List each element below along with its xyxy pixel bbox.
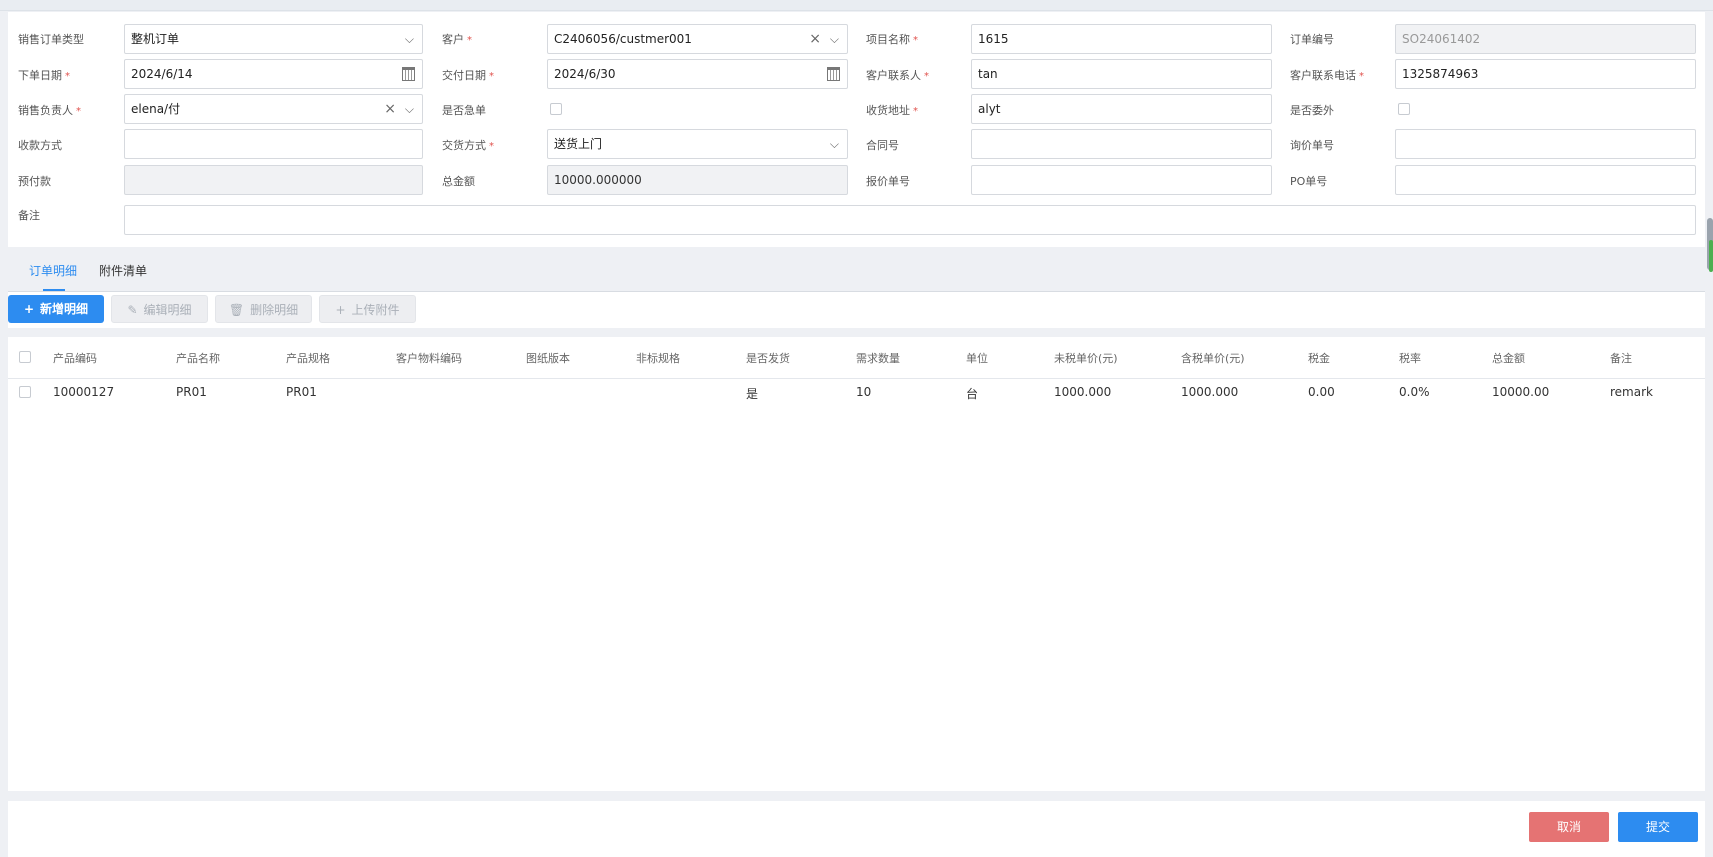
ship-address-input[interactable]: alyt: [971, 94, 1272, 124]
col-header[interactable]: 总金额: [1492, 350, 1525, 366]
table-cell: 1000.000: [1181, 385, 1239, 399]
label-contract-no: 合同号: [866, 139, 899, 152]
table-cell: PR01: [286, 385, 317, 399]
po-no-input[interactable]: [1395, 165, 1696, 195]
trash-icon: 🗑: [228, 303, 245, 317]
col-header[interactable]: 需求数量: [856, 350, 900, 366]
table-cell: remark: [1610, 385, 1653, 399]
label-po-no: PO单号: [1290, 175, 1328, 188]
label-prepayment: 预付款: [18, 175, 51, 188]
label-payment-method: 收款方式: [18, 139, 62, 152]
calendar-icon[interactable]: [827, 60, 840, 88]
clear-icon[interactable]: ×: [809, 25, 821, 53]
outsource-checkbox[interactable]: [1398, 103, 1410, 115]
table-cell: 台: [966, 387, 979, 401]
label-urgent: 是否急单: [442, 104, 486, 117]
col-header[interactable]: 税率: [1399, 350, 1421, 366]
order-no-input: SO24061402: [1395, 24, 1696, 54]
label-contact-phone: 客户联系电话 *: [1290, 69, 1364, 82]
order-type-select[interactable]: 整机订单 ⌵: [124, 24, 423, 54]
row-checkbox[interactable]: [19, 386, 31, 398]
label-ship-address: 收货地址 *: [866, 104, 918, 117]
label-order-type: 销售订单类型: [18, 33, 84, 46]
delete-detail-button[interactable]: 🗑 删除明细: [215, 295, 312, 323]
delivery-method-select[interactable]: 送货上门 ⌵: [547, 129, 848, 159]
urgent-checkbox[interactable]: [550, 103, 562, 115]
label-customer: 客户 *: [442, 33, 472, 46]
sales-owner-select[interactable]: elena/付 × ⌵: [124, 94, 423, 124]
col-header[interactable]: 产品规格: [286, 350, 330, 366]
payment-method-input[interactable]: [124, 129, 423, 159]
col-header[interactable]: 图纸版本: [526, 350, 570, 366]
plus-icon: +: [23, 302, 35, 316]
col-header[interactable]: 产品名称: [176, 350, 220, 366]
col-header[interactable]: 是否发货: [746, 350, 790, 366]
table-cell: PR01: [176, 385, 207, 399]
calendar-icon[interactable]: [402, 60, 415, 88]
order-detail-table: 产品编码 产品名称 产品规格 客户物料编码 图纸版本 非标规格 是否发货 需求数…: [8, 337, 1705, 791]
table-cell: 10: [856, 385, 872, 399]
table-header: 产品编码 产品名称 产品规格 客户物料编码 图纸版本 非标规格 是否发货 需求数…: [8, 337, 1705, 379]
table-cell: 10000.00: [1492, 385, 1550, 399]
tab-order-details[interactable]: 订单明细: [29, 262, 77, 279]
label-contact: 客户联系人 *: [866, 69, 929, 82]
add-detail-button[interactable]: + 新增明细: [8, 295, 104, 323]
label-order-no: 订单编号: [1290, 33, 1334, 46]
prepayment-input: [124, 165, 423, 195]
plus-icon: +: [335, 303, 346, 317]
top-strip: [0, 0, 1713, 11]
label-delivery-date: 交付日期 *: [442, 69, 494, 82]
label-remark: 备注: [18, 209, 40, 222]
chevron-down-icon: ⌵: [829, 137, 839, 151]
label-order-date: 下单日期 *: [18, 69, 70, 82]
contact-input[interactable]: tan: [971, 59, 1272, 89]
label-quote-no: 报价单号: [866, 175, 910, 188]
label-total-amount: 总金额: [442, 175, 475, 188]
col-header[interactable]: 未税单价(元): [1054, 350, 1118, 366]
chevron-down-icon: ⌵: [404, 32, 414, 46]
remark-textarea[interactable]: [124, 205, 1696, 235]
label-outsource: 是否委外: [1290, 104, 1334, 117]
total-amount-input: 10000.000000: [547, 165, 848, 195]
label-project-name: 项目名称 *: [866, 33, 918, 46]
edit-detail-button[interactable]: ✎ 编辑明细: [111, 295, 208, 323]
col-header[interactable]: 客户物料编码: [396, 350, 462, 366]
clear-icon[interactable]: ×: [384, 95, 396, 123]
chevron-down-icon: ⌵: [829, 32, 839, 46]
footer-bar: [8, 801, 1705, 857]
col-header[interactable]: 单位: [966, 350, 988, 366]
label-sales-owner: 销售负责人 *: [18, 104, 81, 117]
col-header[interactable]: 非标规格: [636, 350, 680, 366]
col-header[interactable]: 备注: [1610, 350, 1632, 366]
inquiry-no-input[interactable]: [1395, 129, 1696, 159]
label-delivery-method: 交货方式 *: [442, 139, 494, 152]
col-header[interactable]: 含税单价(元): [1181, 350, 1245, 366]
table-cell: 10000127: [53, 385, 115, 399]
cancel-button[interactable]: 取消: [1529, 812, 1609, 842]
project-name-input[interactable]: 1615: [971, 24, 1272, 54]
submit-button[interactable]: 提交: [1618, 812, 1698, 842]
scrollbar-indicator: [1709, 240, 1713, 272]
col-header[interactable]: 税金: [1308, 350, 1330, 366]
col-header[interactable]: 产品编码: [53, 350, 97, 366]
contact-phone-input[interactable]: 1325874963: [1395, 59, 1696, 89]
table-cell: 1000.000: [1054, 385, 1112, 399]
contract-no-input[interactable]: [971, 129, 1272, 159]
select-all-checkbox[interactable]: [19, 351, 31, 363]
chevron-down-icon: ⌵: [404, 102, 414, 116]
upload-attachment-button[interactable]: + 上传附件: [319, 295, 416, 323]
table-cell: 0.0%: [1399, 385, 1430, 399]
edit-icon: ✎: [127, 303, 138, 317]
quote-no-input[interactable]: [971, 165, 1272, 195]
customer-select[interactable]: C2406056/custmer001 × ⌵: [547, 24, 848, 54]
delivery-date-picker[interactable]: 2024/6/30: [547, 59, 848, 89]
order-date-picker[interactable]: 2024/6/14: [124, 59, 423, 89]
table-cell: 是: [746, 387, 759, 401]
label-inquiry-no: 询价单号: [1290, 139, 1334, 152]
table-cell: 0.00: [1308, 385, 1335, 399]
tab-attachments[interactable]: 附件清单: [99, 262, 147, 279]
